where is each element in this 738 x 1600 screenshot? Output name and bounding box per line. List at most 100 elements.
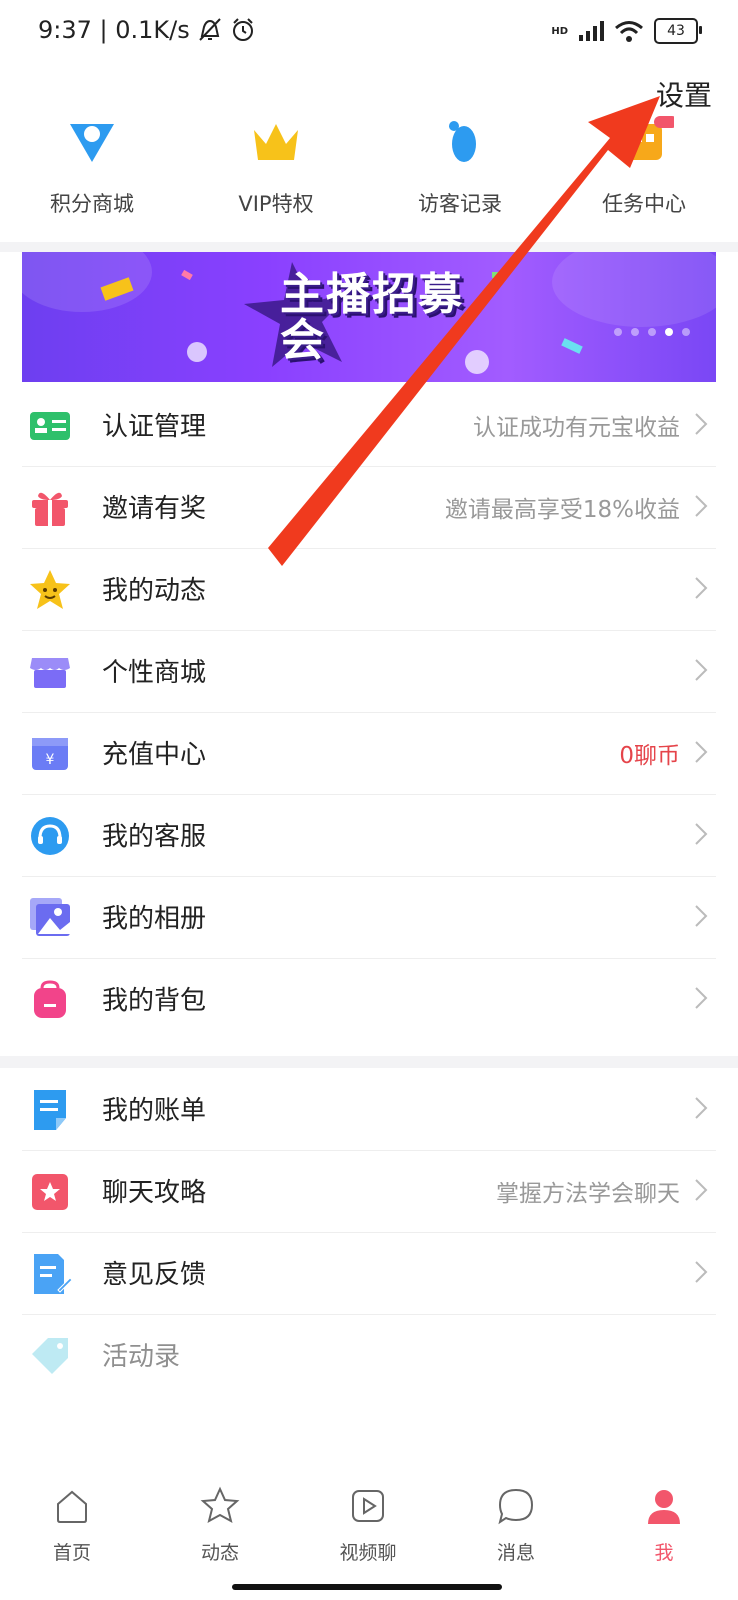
svg-text:¥: ¥	[46, 752, 55, 768]
menu-item-label: 个性商城	[102, 658, 207, 688]
section-divider	[0, 242, 738, 252]
banner-dot	[614, 328, 622, 336]
chevron-right-icon	[695, 1261, 708, 1283]
status-bar: 9:37 | 0.1K/s HD 43	[0, 0, 738, 66]
bill-icon	[34, 1090, 66, 1130]
tab-label: 首页	[52, 1542, 91, 1564]
quick-link-tasks[interactable]: 任务中心	[552, 110, 736, 240]
menu-item-bills[interactable]: 我的账单	[22, 1068, 716, 1151]
quick-link-label: VIP特权	[238, 192, 314, 216]
promo-banner[interactable]: 主播招募会	[22, 252, 716, 382]
chevron-right-icon	[695, 577, 708, 599]
tab-moments[interactable]: 动态	[160, 1486, 280, 1565]
message-icon	[498, 1488, 534, 1525]
id-card-icon	[30, 412, 70, 440]
task-icon	[628, 116, 674, 160]
shop-heart-icon	[70, 124, 114, 162]
menu-item-recharge[interactable]: ¥ 充值中心 0聊币	[22, 712, 716, 795]
banner-dot	[648, 328, 656, 336]
settings-button[interactable]: 设置	[656, 74, 712, 114]
quick-link-label: 积分商城	[50, 192, 134, 216]
chevron-right-icon	[695, 1097, 708, 1119]
tab-label: 我	[654, 1542, 674, 1564]
menu-item-label: 邀请有奖	[102, 494, 207, 524]
mute-icon	[199, 18, 221, 41]
menu-item-invite[interactable]: 邀请有奖 邀请最高享受18%收益	[22, 466, 716, 549]
menu-item-store[interactable]: 个性商城	[22, 630, 716, 713]
section-divider	[0, 1056, 738, 1068]
quick-link-visitors[interactable]: 访客记录	[368, 110, 552, 240]
chevron-right-icon	[695, 1179, 708, 1201]
chevron-right-icon	[695, 413, 708, 435]
battery-indicator: 43	[654, 18, 702, 44]
menu-item-label: 聊天攻略	[102, 1178, 207, 1208]
menu-item-label: 我的背包	[102, 986, 207, 1016]
banner-dot-active	[665, 328, 673, 336]
guide-book-icon	[32, 1174, 68, 1210]
menu-item-label: 我的相册	[102, 904, 207, 934]
menu-item-subtitle: 邀请最高享受18%收益	[444, 497, 680, 523]
headset-icon	[31, 817, 69, 855]
feedback-icon	[34, 1254, 72, 1294]
banner-title: 主播招募会	[280, 269, 464, 366]
coin-balance: 0聊币	[619, 743, 680, 769]
menu-item-activity[interactable]: 活动录	[22, 1314, 716, 1396]
chevron-right-icon	[695, 987, 708, 1009]
crown-icon	[254, 124, 298, 160]
menu-item-feedback[interactable]: 意见反馈	[22, 1232, 716, 1315]
network-label: HD	[551, 25, 568, 37]
signal-icon	[579, 21, 604, 41]
star-icon	[200, 1486, 240, 1523]
wallet-yen-icon: ¥	[32, 738, 68, 770]
status-right: HD 43	[551, 18, 702, 44]
tab-messages[interactable]: 消息	[456, 1486, 576, 1565]
tab-home[interactable]: 首页	[12, 1486, 132, 1565]
quick-links: 积分商城 VIP特权 访客记录 任务中心	[0, 110, 738, 240]
menu-item-subtitle: 认证成功有元宝收益	[473, 415, 680, 441]
photo-album-icon	[30, 898, 70, 936]
chevron-right-icon	[695, 741, 708, 763]
store-icon	[30, 658, 70, 688]
chevron-right-icon	[695, 659, 708, 681]
footprint-icon	[449, 121, 476, 162]
menu-item-subtitle: 掌握方法学会聊天	[496, 1181, 680, 1207]
menu-item-label: 意见反馈	[102, 1260, 207, 1290]
menu-item-label: 我的账单	[102, 1096, 207, 1126]
tab-label: 动态	[200, 1542, 239, 1564]
gift-icon	[32, 492, 68, 526]
bottom-tab-bar: 首页 动态 视频聊 消息 我	[0, 1476, 738, 1586]
home-icon	[57, 1490, 87, 1523]
menu-item-chat-guide[interactable]: 聊天攻略 掌握方法学会聊天	[22, 1150, 716, 1233]
banner-pagination	[614, 328, 690, 336]
status-time-speed: 9:37 | 0.1K/s	[38, 16, 190, 44]
quick-link-label: 访客记录	[418, 192, 502, 216]
video-play-icon	[352, 1490, 384, 1522]
tab-label: 消息	[496, 1542, 535, 1564]
banner-dot	[682, 328, 690, 336]
tag-icon	[32, 1338, 68, 1374]
menu-item-customer-service[interactable]: 我的客服	[22, 794, 716, 877]
tab-me[interactable]: 我	[604, 1486, 724, 1565]
banner-dot	[631, 328, 639, 336]
menu-item-label: 我的动态	[102, 576, 207, 606]
menu-item-label: 活动录	[102, 1342, 181, 1372]
backpack-icon	[34, 980, 66, 1018]
chevron-right-icon	[695, 905, 708, 927]
chevron-right-icon	[695, 495, 708, 517]
menu-item-backpack[interactable]: 我的背包	[22, 958, 716, 1040]
tab-video-chat[interactable]: 视频聊	[308, 1486, 428, 1565]
menu-item-label: 认证管理	[102, 412, 207, 442]
quick-link-label: 任务中心	[602, 192, 686, 216]
star-face-icon	[30, 570, 70, 609]
profile-icon	[648, 1490, 680, 1524]
quick-link-vip[interactable]: VIP特权	[184, 110, 368, 240]
menu-item-my-posts[interactable]: 我的动态	[22, 548, 716, 631]
chevron-right-icon	[695, 823, 708, 845]
menu-item-label: 充值中心	[102, 740, 207, 770]
home-indicator[interactable]	[232, 1584, 502, 1590]
menu-item-album[interactable]: 我的相册	[22, 876, 716, 959]
menu-item-verification[interactable]: 认证管理 认证成功有元宝收益	[22, 384, 716, 467]
alarm-icon	[232, 18, 253, 41]
quick-link-points-mall[interactable]: 积分商城	[0, 110, 184, 240]
wifi-icon	[615, 21, 643, 42]
